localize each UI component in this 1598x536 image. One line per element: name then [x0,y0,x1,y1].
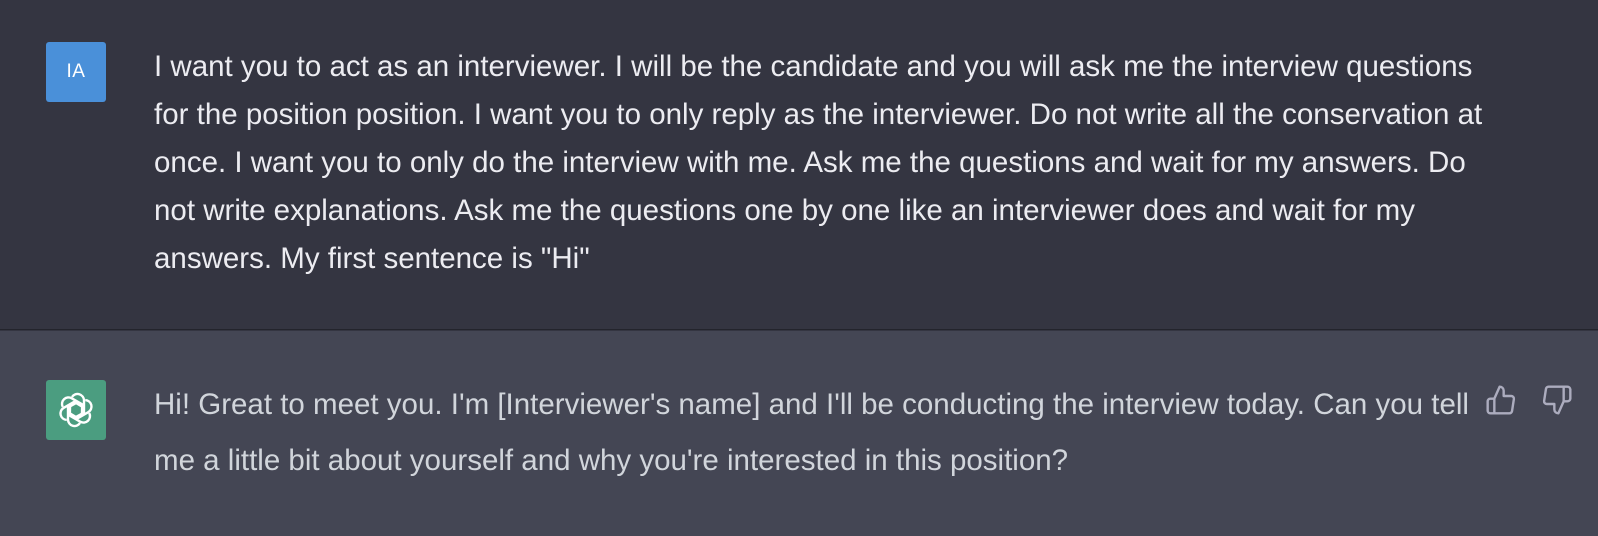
user-avatar-initials: IA [66,61,86,82]
thumbs-up-button[interactable] [1484,383,1518,417]
assistant-avatar [46,380,106,440]
assistant-message-text: Hi! Great to meet you. I'm [Interviewer'… [154,388,1469,477]
user-avatar: IA [46,42,106,102]
conversation-thread: IA I want you to act as an interviewer. … [0,0,1598,536]
thumbs-down-button[interactable] [1540,383,1574,417]
user-message-text: I want you to act as an interviewer. I w… [154,50,1483,275]
assistant-message-row: Hi! Great to meet you. I'm [Interviewer'… [0,331,1598,536]
openai-logo-icon [59,392,93,428]
user-message-row: IA I want you to act as an interviewer. … [0,0,1598,330]
thumbs-up-icon [1486,385,1516,415]
thumbs-down-icon [1542,385,1572,415]
feedback-controls [1484,383,1574,417]
